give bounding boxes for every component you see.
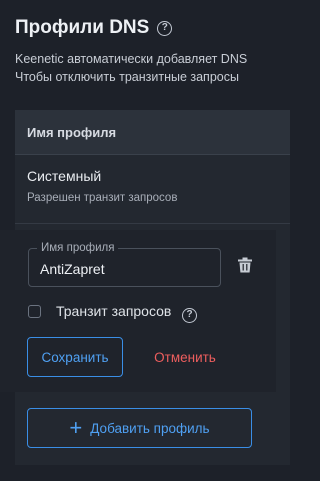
profile-name-field[interactable]: Имя профиля AntiZapret (28, 241, 221, 287)
transit-checkbox-label[interactable]: Транзит запросов (56, 303, 171, 319)
description-line-2: Чтобы отключить транзитные запросы (15, 70, 239, 84)
help-circle-icon[interactable]: ? (157, 20, 173, 36)
page-description: Keenetic автоматически добавляет DNS Что… (15, 50, 276, 86)
page-title: Профили DNS ? (15, 15, 173, 41)
table-row[interactable]: Системный Разрешен транзит запросов (27, 168, 177, 204)
add-profile-button[interactable]: + Добавить профиль (27, 408, 252, 448)
save-button[interactable]: Сохранить (27, 337, 123, 377)
row-divider (15, 223, 290, 224)
page-title-text: Профили DNS (15, 17, 150, 38)
trash-icon[interactable] (238, 257, 252, 273)
plus-icon: + (69, 415, 83, 440)
profile-name-input[interactable]: AntiZapret (40, 261, 105, 277)
description-line-1: Keenetic автоматически добавляет DNS (15, 52, 248, 66)
profile-subtitle: Разрешен транзит запросов (27, 192, 178, 204)
cancel-button[interactable]: Отменить (140, 337, 230, 377)
add-profile-label: Добавить профиль (90, 420, 210, 436)
profile-name: Системный (27, 168, 102, 184)
table-column-header: Имя профиля (15, 110, 290, 155)
profile-name-field-label: Имя профиля (37, 241, 119, 255)
help-circle-icon: ? (182, 307, 197, 323)
transit-checkbox[interactable] (28, 305, 41, 318)
transit-help-icon[interactable]: ? (182, 304, 197, 323)
